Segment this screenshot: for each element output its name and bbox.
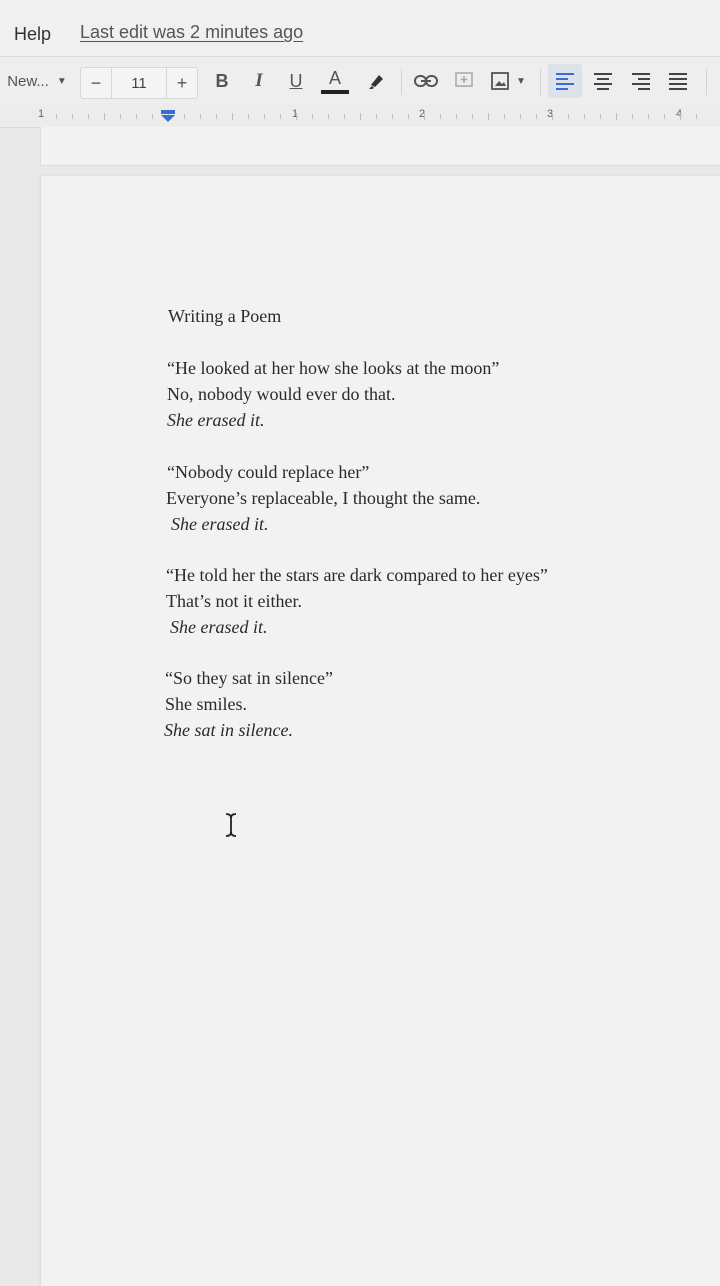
add-comment-icon <box>455 72 473 87</box>
text-color-button[interactable]: A <box>320 57 350 105</box>
ruler-tick <box>664 114 665 119</box>
ruler-tick <box>648 114 649 119</box>
ruler-tick <box>392 114 393 119</box>
font-size-input[interactable]: 11 <box>112 68 166 98</box>
align-left-icon <box>556 72 574 90</box>
poem-line-italic: She erased it. <box>171 514 269 534</box>
document-page[interactable] <box>40 176 720 1286</box>
align-justify-icon <box>669 72 687 90</box>
font-size-control: − 11 + <box>80 67 198 99</box>
ruler-tick <box>552 113 553 120</box>
ruler-tick <box>632 114 633 119</box>
ruler-tick <box>360 113 361 120</box>
ruler-tick <box>72 114 73 119</box>
ruler-tick <box>120 114 121 119</box>
poem-line: “He looked at her how she looks at the m… <box>167 358 500 378</box>
align-left-button[interactable] <box>548 64 582 98</box>
bold-button[interactable]: B <box>208 57 236 105</box>
poem-line-italic: She sat in silence. <box>164 720 293 740</box>
ruler-tick <box>440 114 441 119</box>
align-right-button[interactable] <box>626 57 656 105</box>
poem-line: “So they sat in silence” <box>165 668 333 688</box>
ruler-tick <box>584 114 585 119</box>
ruler-tick <box>184 114 185 119</box>
image-icon <box>491 72 509 90</box>
poem-line: She smiles. <box>165 694 248 714</box>
ruler-tick <box>56 114 57 119</box>
ruler-tick <box>200 114 201 119</box>
ruler-tick <box>88 114 89 119</box>
ruler[interactable]: 1 1 2 3 4 <box>0 105 720 128</box>
font-family-value: New... <box>7 72 49 90</box>
toolbar-divider <box>401 69 402 95</box>
ruler-tick <box>296 113 297 120</box>
ruler-tick <box>232 113 233 120</box>
insert-link-button[interactable] <box>412 57 440 105</box>
toolbar-divider <box>706 69 707 95</box>
ruler-tick <box>280 114 281 119</box>
ruler-tick <box>136 114 137 119</box>
ruler-tick <box>680 113 681 120</box>
ruler-tick <box>504 114 505 119</box>
toolbar-divider <box>540 69 541 95</box>
increase-font-size-button[interactable]: + <box>166 68 197 98</box>
ruler-tick <box>536 114 537 119</box>
text-cursor-icon <box>225 813 237 837</box>
ruler-tick <box>520 114 521 119</box>
align-justify-button[interactable] <box>663 57 693 105</box>
link-icon <box>414 75 438 87</box>
text-color-label: A <box>328 68 341 88</box>
poem-line: No, nobody would ever do that. <box>167 384 396 404</box>
ruler-tick <box>216 114 217 119</box>
align-right-icon <box>632 72 650 90</box>
poem-line-italic: She erased it. <box>167 410 265 430</box>
underline-button[interactable]: U <box>282 57 310 105</box>
ruler-tick <box>152 114 153 119</box>
ruler-tick <box>696 114 697 119</box>
text-color-swatch <box>321 90 349 94</box>
poem-line: “Nobody could replace her” <box>167 462 370 482</box>
align-center-button[interactable] <box>588 57 618 105</box>
decrease-font-size-button[interactable]: − <box>81 68 112 98</box>
caret-down-icon: ▼ <box>516 75 526 87</box>
previous-page-bottom <box>40 127 720 166</box>
insert-image-button[interactable]: ▼ <box>486 57 530 105</box>
ruler-tick <box>600 114 601 119</box>
menu-bar: Help Last edit was 2 minutes ago <box>0 0 720 56</box>
last-edit-link[interactable]: Last edit was 2 minutes ago <box>80 22 303 43</box>
indent-marker-icon[interactable] <box>161 110 175 122</box>
poem-line-italic: She erased it. <box>170 617 268 637</box>
menu-help[interactable]: Help <box>14 24 51 45</box>
ruler-tick <box>344 114 345 119</box>
ruler-tick <box>456 114 457 119</box>
ruler-tick <box>376 114 377 119</box>
poem-line: That’s not it either. <box>166 591 302 611</box>
ruler-tick <box>328 114 329 119</box>
poem-line: Everyone’s replaceable, I thought the sa… <box>166 488 481 508</box>
font-family-select[interactable]: New... ▼ <box>0 57 74 105</box>
ruler-tick <box>248 114 249 119</box>
ruler-tick <box>312 114 313 119</box>
ruler-tick <box>616 113 617 120</box>
italic-button[interactable]: I <box>245 57 273 105</box>
document-title: Writing a Poem <box>168 306 282 326</box>
ruler-tick <box>424 113 425 120</box>
ruler-tick <box>568 114 569 119</box>
poem-line: “He told her the stars are dark compared… <box>166 565 548 585</box>
ruler-tick <box>408 114 409 119</box>
ruler-tick <box>472 114 473 119</box>
ruler-tick <box>104 113 105 120</box>
align-center-icon <box>594 72 612 90</box>
highlighter-icon <box>369 75 383 89</box>
toolbar: New... ▼ − 11 + B I U A ▼ <box>0 56 720 106</box>
ruler-tick <box>488 113 489 120</box>
add-comment-button[interactable] <box>450 57 478 105</box>
highlight-button[interactable] <box>362 57 390 105</box>
ruler-tick <box>264 114 265 119</box>
caret-down-icon: ▼ <box>56 75 67 87</box>
ruler-number: 1 <box>38 108 45 120</box>
